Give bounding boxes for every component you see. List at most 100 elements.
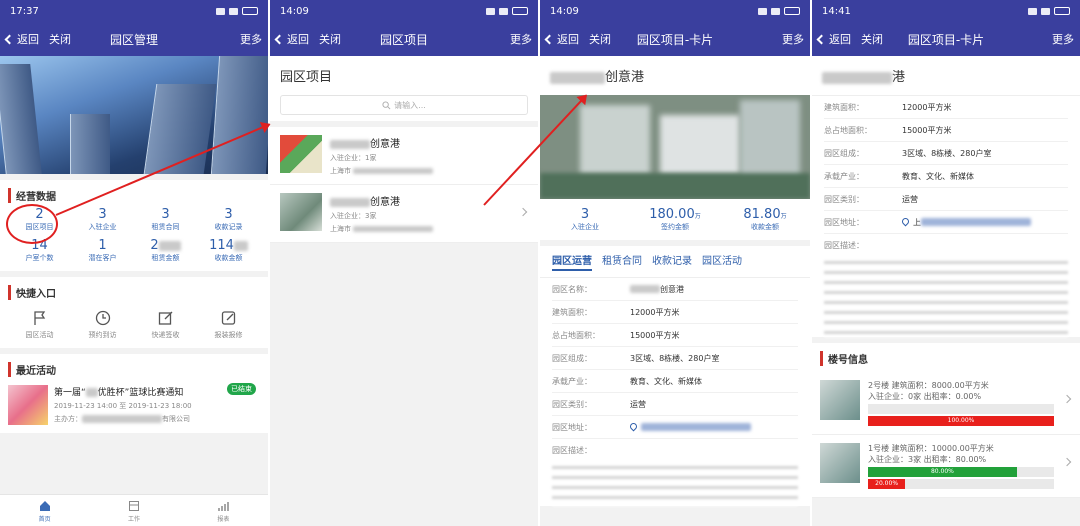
building-info-section: 楼号信息 xyxy=(812,343,1080,372)
quick-appointment[interactable]: 预约到访 xyxy=(71,310,134,340)
quick-park-activity[interactable]: 园区活动 xyxy=(8,310,71,340)
tab-work[interactable]: 工作 xyxy=(89,495,178,526)
list-item[interactable]: 创意港 入驻企业：3家 上海市 xyxy=(270,185,538,243)
home-icon xyxy=(39,501,50,511)
back-label: 返回 xyxy=(17,33,39,46)
more-button[interactable]: 更多 xyxy=(782,31,804,47)
quick-label: 园区活动 xyxy=(25,331,54,339)
project-companies: 入驻企业：1家 xyxy=(330,154,377,162)
flag-icon xyxy=(33,311,45,325)
activity-item[interactable]: 第一届“ 优胜杯”篮球比赛通知 2019-11-23 14:00 至 2019-1… xyxy=(8,381,260,425)
field-row: 建筑面积： 12000平方米 xyxy=(552,301,798,324)
back-button[interactable]: 返回 xyxy=(816,31,851,47)
stat-lease-amount[interactable]: 2 租赁金额 xyxy=(134,238,197,263)
section-title: 最近活动 xyxy=(8,362,260,377)
building-shape xyxy=(0,64,42,174)
stat-label: 入驻企业 xyxy=(571,223,599,231)
building-shape xyxy=(660,115,740,175)
stat-receipts[interactable]: 3 收款记录 xyxy=(197,207,260,232)
status-time: 14:09 xyxy=(550,5,579,17)
list-item[interactable]: 创意港 入驻企业：1家 上海市 xyxy=(270,127,538,185)
back-button[interactable]: 返回 xyxy=(4,31,39,47)
occupancy-fill: 80.00% xyxy=(868,467,1017,477)
project-thumbnail xyxy=(280,135,322,173)
status-bar: 14:09 xyxy=(540,0,810,22)
more-button[interactable]: 更多 xyxy=(1052,31,1074,47)
composite-screenshot: 17:37 返回 关闭 园区管理 更多 经营数据 2 园区项目 3 入驻企业 3 租赁… xyxy=(0,0,1080,526)
activity-title-start: 第一届“ xyxy=(54,388,86,398)
tab-receipts[interactable]: 收款记录 xyxy=(652,252,692,271)
quick-express[interactable]: 快递签收 xyxy=(134,310,197,340)
project-city-text: 上海市 xyxy=(330,167,351,175)
redacted-text xyxy=(921,218,1031,226)
field-row: 园区地址： 上 xyxy=(824,211,1068,234)
project-thumbnail xyxy=(280,193,322,231)
detail-fields: 建筑面积： 12000平方米 总占地面积： 15000平方米 园区组成： 3区域、8栋… xyxy=(812,95,1080,337)
close-button[interactable]: 关闭 xyxy=(319,31,341,47)
close-button[interactable]: 关闭 xyxy=(861,31,883,47)
field-row: 承载产业： 教育、文化、新媒体 xyxy=(824,165,1068,188)
stat-label: 租赁金额 xyxy=(151,254,180,262)
stat-companies[interactable]: 3 入驻企业 xyxy=(540,207,630,232)
screen-project-card-buildings: 14:41 返回 关闭 园区项目-卡片 更多 港 建筑面积： 12000平方米 总… xyxy=(812,0,1080,526)
location-pin-icon xyxy=(628,421,639,431)
tab-park-activity[interactable]: 园区活动 xyxy=(702,252,742,271)
more-button[interactable]: 更多 xyxy=(510,31,532,47)
stat-leads[interactable]: 1 潜在客户 xyxy=(71,238,134,263)
highlight-circle xyxy=(6,204,58,244)
back-button[interactable]: 返回 xyxy=(544,31,579,47)
stat-received-amount[interactable]: 81.80万 收款金额 xyxy=(720,207,810,232)
signal-icon xyxy=(1028,7,1037,15)
quick-entry-section: 快捷入口 园区活动 预约到访 快递签收 报装报修 xyxy=(0,277,268,348)
nav-bar: 返回 关闭 园区管理 更多 xyxy=(0,22,268,56)
building-item[interactable]: 1号楼 建筑面积：10000.00平方米 入驻企业：3家 出租率：80.00% … xyxy=(812,435,1080,498)
field-key: 园区地址： xyxy=(552,422,592,432)
project-name: 创意港 xyxy=(330,193,433,208)
stat-label: 户室个数 xyxy=(25,254,54,262)
building-item[interactable]: 2号楼 建筑面积：8000.00平方米 入驻企业：0家 出租率：0.00% 10… xyxy=(812,372,1080,435)
chevron-right-icon xyxy=(518,207,528,217)
field-key: 园区组成： xyxy=(552,353,592,363)
close-button[interactable]: 关闭 xyxy=(49,31,71,47)
page-title: 园区项目 xyxy=(379,32,428,47)
activity-title-end: 优胜杯”篮球比赛通知 xyxy=(97,388,184,398)
building-line2: 入驻企业：0家 出租率：0.00% xyxy=(868,392,982,401)
field-key: 承载产业： xyxy=(552,376,592,386)
close-button[interactable]: 关闭 xyxy=(589,31,611,47)
field-key: 建筑面积： xyxy=(552,307,592,317)
tab-report[interactable]: 报表 xyxy=(179,495,268,526)
quick-repair[interactable]: 报装报修 xyxy=(197,310,260,340)
stat-contracts[interactable]: 3 租赁合同 xyxy=(134,207,197,232)
status-icons xyxy=(1028,7,1070,15)
stat-receipt-amount[interactable]: 114 收款金额 xyxy=(197,238,260,263)
redacted-text xyxy=(550,71,605,84)
stat-label: 潜在客户 xyxy=(88,254,117,262)
redacted-text xyxy=(822,71,892,84)
detail-tabs: 园区运营 租赁合同 收款记录 园区活动 xyxy=(540,246,810,278)
field-row: 园区名称： 创意港 xyxy=(552,278,798,301)
battery-icon xyxy=(242,7,258,15)
stat-value: 3 xyxy=(98,207,107,222)
tab-home[interactable]: 首页 xyxy=(0,495,89,526)
redacted-text xyxy=(158,240,181,251)
status-bar: 14:09 xyxy=(270,0,538,22)
stat-label: 入驻企业 xyxy=(88,223,117,231)
stat-signed-amount[interactable]: 180.00万 签约金额 xyxy=(630,207,720,232)
activity-title: 第一届“ 优胜杯”篮球比赛通知 xyxy=(54,385,192,398)
more-button[interactable]: 更多 xyxy=(240,31,262,47)
stat-companies[interactable]: 3 入驻企业 xyxy=(71,207,134,232)
building-shape xyxy=(580,105,650,175)
list-header: 园区项目 请输入... xyxy=(270,56,538,121)
back-button[interactable]: 返回 xyxy=(274,31,309,47)
signal-icon xyxy=(486,7,495,15)
clock-icon xyxy=(95,310,110,326)
field-value: 15000平方米 xyxy=(630,330,680,340)
redacted-text xyxy=(353,226,434,232)
search-input[interactable]: 请输入... xyxy=(280,95,528,115)
status-time: 14:41 xyxy=(822,5,851,17)
activity-thumbnail xyxy=(8,385,48,425)
tab-park-operation[interactable]: 园区运营 xyxy=(552,252,592,271)
wifi-icon xyxy=(771,7,780,15)
back-label: 返回 xyxy=(829,33,851,46)
tab-lease-contract[interactable]: 租赁合同 xyxy=(602,252,642,271)
